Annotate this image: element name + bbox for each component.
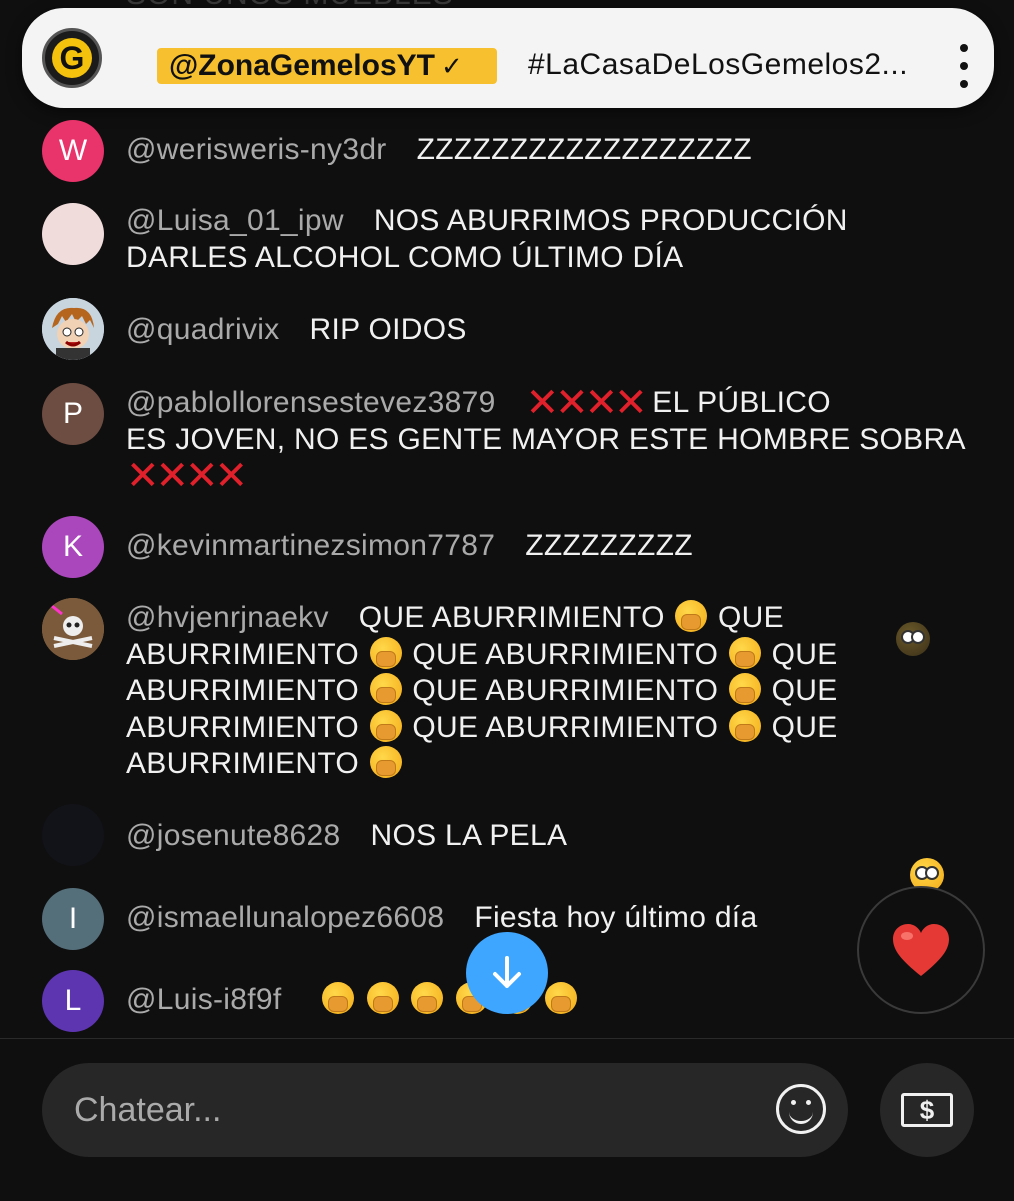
message-text: QUE [771,710,838,744]
chat-composer-bar: Chatear... $ [0,1038,1014,1201]
message-text: ABURRIMIENTO [126,710,360,744]
avatar[interactable]: W [42,120,104,182]
message-text-continued: DARLES ALCOHOL COMO ÚLTIMO DÍA [126,240,684,274]
channel-logo: G [52,38,92,78]
message-author[interactable]: @pablollorensestevez3879 [126,386,496,419]
cross-mark-emoji: ✕✕✕✕ [525,381,648,425]
message-text: EL PÚBLICO [652,386,831,419]
verified-icon: ✓ [440,50,463,81]
avatar[interactable]: K [42,516,104,578]
message-text: QUE ABURRIMIENTO [412,674,719,707]
message-text: ABURRIMIENTO [126,637,360,671]
message-text: ZZZZZZZZZ [525,529,693,562]
heart-icon [893,924,949,976]
smile-icon[interactable] [776,1084,826,1134]
message-author[interactable]: @ismaellunalopez6608 [126,901,444,934]
more-vert-icon[interactable] [950,44,978,88]
message-text: ABURRIMIENTO [126,747,360,780]
message-text: QUE [771,674,838,707]
avatar[interactable] [42,203,104,265]
yawning-face-emoji [728,636,761,669]
message-text: NOS ABURRIMOS PRODUCCIÓN [373,204,848,237]
pinned-author: @ZonaGemelosYT [169,49,435,82]
message-text: QUE [771,637,838,671]
channel-avatar: G [42,28,102,88]
avatar[interactable] [42,804,104,866]
message-author[interactable]: @hvjenrjnaekv [126,601,329,634]
yawning-face-emoji [322,982,355,1014]
yawning-face-emoji [369,709,402,742]
message-text: RIP OIDOS [309,313,467,346]
message-text: NOS LA PELA [370,819,568,852]
yawning-face-emoji [369,746,402,778]
avatar[interactable]: L [42,970,104,1032]
message-text: QUE [718,601,784,634]
message-author[interactable]: @werisweris-ny3dr [126,133,387,166]
dollar-bill-icon: $ [901,1093,953,1127]
message-text-continued: ES JOVEN, NO ES GENTE MAYOR ESTE HOMBRE … [126,422,966,456]
message-author[interactable]: @josenute8628 [126,819,341,852]
scroll-to-bottom-button[interactable] [466,932,548,1014]
message-author[interactable]: @Luis-i8f9f [126,983,281,1016]
message-author[interactable]: @kevinmartinezsimon7787 [126,529,495,562]
pinned-message-banner[interactable]: G @ZonaGemelosYT ✓ #LaCasaDeLosGemelos2.… [22,8,994,108]
avatar[interactable] [42,298,104,360]
avatar[interactable]: I [42,888,104,950]
chat-input-placeholder: Chatear... [74,1090,222,1129]
super-chat-button[interactable]: $ [880,1063,974,1157]
heart-reaction-button[interactable] [857,886,985,1014]
message-text: ABURRIMIENTO [126,674,360,707]
message-body: @hvjenrjnaekv QUE ABURRIMIENTO QUE ABURRI… [126,600,876,783]
message-author[interactable]: @Luisa_01_ipw [126,204,344,237]
message-text: QUE ABURRIMIENTO [358,601,665,634]
pinned-text: #LaCasaDeLosGemelos2... [528,48,909,81]
yawning-face-emoji [728,673,761,705]
yawning-face-emoji [366,982,399,1014]
owner-badge[interactable]: @ZonaGemelosYT ✓ [157,48,497,84]
avatar[interactable]: P [42,383,104,445]
cross-mark-emoji: ✕✕✕✕ [126,454,248,498]
yawning-face-emoji [411,982,444,1014]
arrow-down-icon [493,956,521,988]
message-text: QUE ABURRIMIENTO [412,710,719,744]
avatar[interactable] [42,598,104,660]
message-text: ZZZZZZZZZZZZZZZZZZ [416,133,752,166]
yawning-face-emoji [369,636,402,669]
message-text: Fiesta hoy último día [474,901,758,934]
floating-reaction-icon [896,622,930,656]
yawning-face-emoji [369,673,402,705]
yawning-face-emoji [675,600,708,632]
chat-input[interactable]: Chatear... [42,1063,848,1157]
message-author[interactable]: @quadrivix [126,313,280,346]
yawning-face-emoji [545,982,578,1014]
yawning-face-emoji [728,709,761,742]
message-text: QUE ABURRIMIENTO [412,637,719,671]
